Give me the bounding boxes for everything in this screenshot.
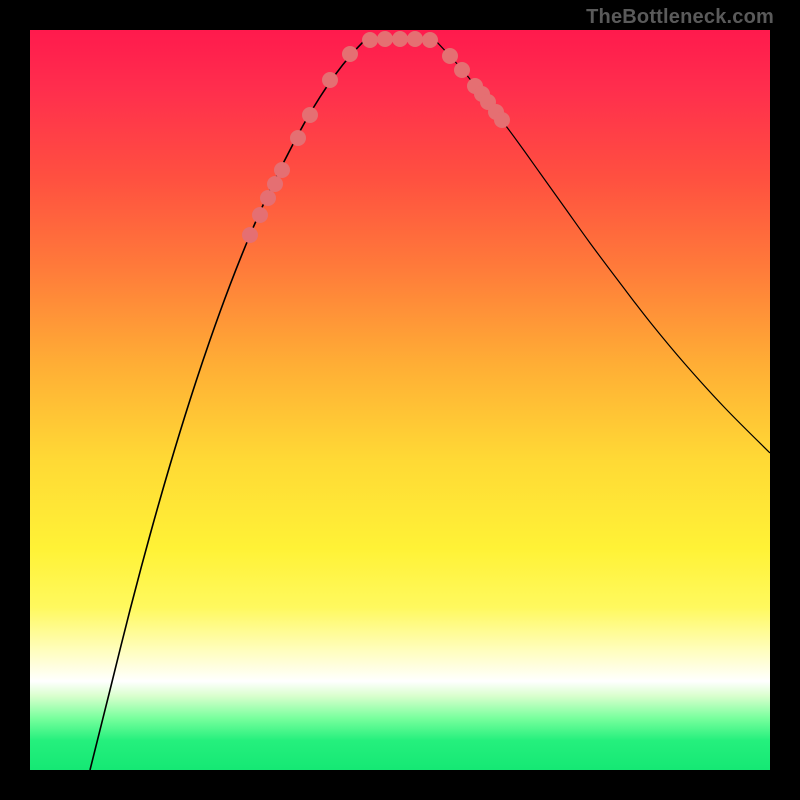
curve-left	[90, 40, 365, 770]
data-point	[442, 48, 458, 64]
data-point	[377, 31, 393, 47]
data-point	[422, 32, 438, 48]
data-point	[274, 162, 290, 178]
data-point	[290, 130, 306, 146]
data-points-group	[242, 31, 510, 243]
data-point	[242, 227, 258, 243]
data-point	[362, 32, 378, 48]
attribution-text: TheBottleneck.com	[586, 6, 774, 29]
data-point	[494, 112, 510, 128]
data-point	[260, 190, 276, 206]
chart-svg	[30, 30, 770, 770]
data-point	[342, 46, 358, 62]
data-point	[252, 207, 268, 223]
data-point	[392, 31, 408, 47]
data-point	[407, 31, 423, 47]
data-point	[267, 176, 283, 192]
data-point	[322, 72, 338, 88]
data-point	[454, 62, 470, 78]
data-point	[302, 107, 318, 123]
chart-frame	[30, 30, 770, 770]
